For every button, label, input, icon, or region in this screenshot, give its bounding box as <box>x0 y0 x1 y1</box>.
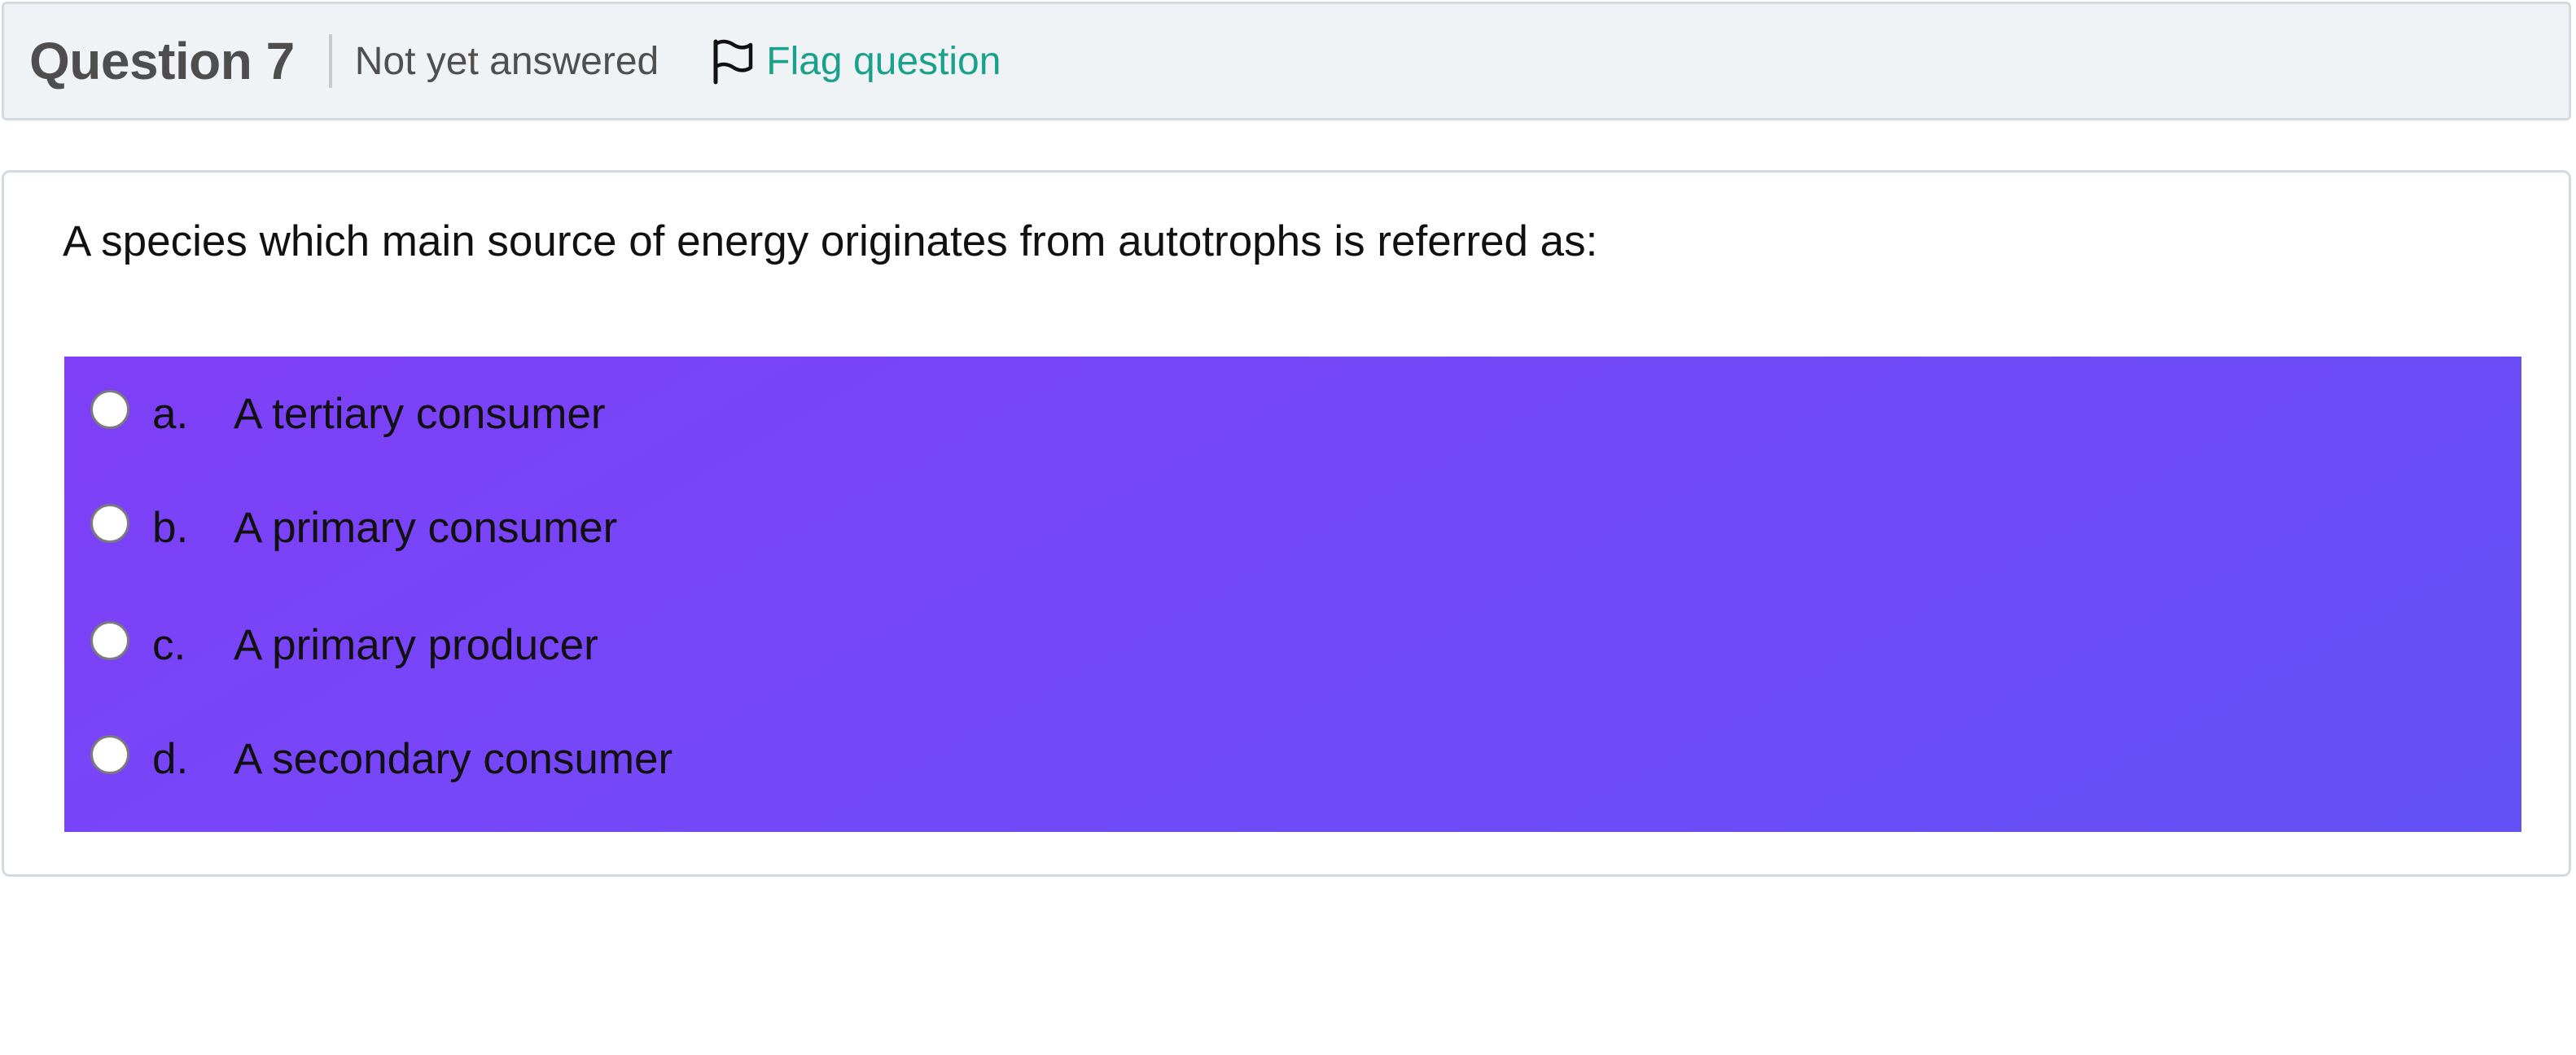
answer-radio-a[interactable] <box>90 390 129 429</box>
flag-question-label[interactable]: Flag question <box>766 39 1001 84</box>
flag-question-link[interactable]: Flag question <box>709 37 1001 85</box>
answer-letter-c: c. <box>152 621 186 669</box>
answer-option-c[interactable]: c. A primary producer <box>64 594 2521 676</box>
answer-text-d[interactable]: A secondary consumer <box>234 734 672 784</box>
answer-option-b[interactable]: b. A primary consumer <box>64 477 2521 558</box>
answer-letter-d: d. <box>152 735 189 783</box>
answer-radio-c[interactable] <box>90 621 129 660</box>
question-info-bar: Question 7 Not yet answered Flag questio… <box>2 2 2571 120</box>
question-text: A species which main source of energy or… <box>63 217 1598 265</box>
answer-option-a[interactable]: a. A tertiary consumer <box>64 363 2521 444</box>
answer-text-c[interactable]: A primary producer <box>234 620 598 670</box>
question-number: Question 7 <box>29 32 295 90</box>
answer-radio-d[interactable] <box>90 735 129 774</box>
quiz-page: Question 7 Not yet answered Flag questio… <box>0 0 2576 1055</box>
answer-options: a. A tertiary consumer b. A primary cons… <box>64 357 2521 832</box>
answer-letter-a: a. <box>152 390 189 438</box>
answer-letter-b: b. <box>152 504 189 552</box>
answer-text-b[interactable]: A primary consumer <box>234 503 617 553</box>
answer-radio-b[interactable] <box>90 504 129 543</box>
header-divider <box>328 34 332 88</box>
question-state: Not yet answered <box>354 39 659 83</box>
question-content: A species which main source of energy or… <box>2 170 2571 877</box>
flag-icon[interactable] <box>709 37 755 85</box>
answer-option-d[interactable]: d. A secondary consumer <box>64 708 2521 790</box>
answer-text-a[interactable]: A tertiary consumer <box>234 389 606 439</box>
